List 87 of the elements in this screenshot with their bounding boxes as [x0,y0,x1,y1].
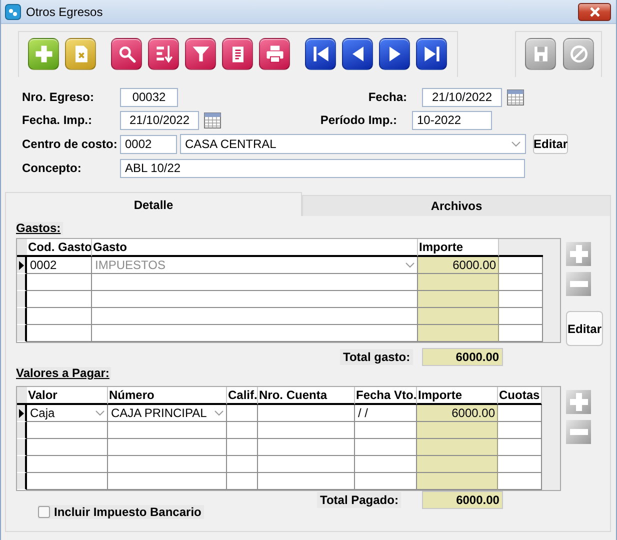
print-button[interactable] [259,38,290,70]
field-label: Nro. Egreso: [22,90,96,104]
chevron-down-icon [511,141,521,147]
remove-row-button[interactable] [566,420,591,444]
app-icon [5,4,21,20]
plus-icon [570,245,588,263]
text-field[interactable]: 21/10/2022 [120,110,199,130]
next-button[interactable] [379,38,410,70]
previous-button[interactable] [342,38,373,70]
text-field[interactable]: 21/10/2022 [422,88,502,106]
field-label: Centro de costo: [22,137,118,151]
calendar-icon[interactable] [506,88,525,106]
text-field[interactable]: 0002 [120,134,177,154]
table-cell [227,456,258,473]
column-header: Calif. [227,387,258,405]
first-button[interactable] [305,38,336,70]
close-button[interactable] [578,2,611,20]
field-label: Período Imp.: [319,113,398,127]
field-label: Concepto: [22,161,82,175]
table-cell: 0002 [27,257,92,274]
edit-button[interactable]: Editar [533,134,568,154]
table-cell: 6000.00 [417,405,498,422]
table-cell [499,325,543,342]
column-header: Importe [418,239,499,257]
text-field[interactable]: 10-2022 [412,110,492,130]
table-cell [27,274,92,291]
plus-icon [570,393,588,411]
field-label: Fecha. Imp.: [22,113,94,127]
minus-icon [570,281,588,287]
table-cell [499,291,543,308]
column-header: Importe [417,387,498,405]
table-cell [227,422,258,439]
report-button[interactable] [222,38,253,70]
dropdown[interactable]: CASA CENTRAL [180,134,526,154]
close-icon [588,6,600,16]
cancel-icon [568,43,590,65]
section-title: Valores a Pagar: [16,367,112,380]
table-cell [499,308,543,325]
column-header: Valor [27,387,108,405]
section-title: Gastos: [16,222,63,235]
column-header: Gasto [92,239,418,257]
total-value: 6000.00 [422,491,504,509]
remove-row-button[interactable] [566,272,591,296]
dropdown-cell[interactable]: Caja [27,405,108,422]
add-row-button[interactable] [566,390,591,414]
column-header: Nro. Cuenta [258,387,355,405]
table-cell [227,473,258,490]
search-button[interactable] [111,38,142,70]
table-cell [227,405,258,422]
table-cell [498,439,542,456]
total-label: Total gasto: [340,349,414,365]
window-title: Otros Egresos [26,4,103,18]
table-cell [499,274,543,291]
text-field[interactable]: ABL 10/22 [120,158,525,178]
table-cell [498,405,542,422]
table-cell [27,291,92,308]
table-cell [498,456,542,473]
delete-button[interactable] [65,38,96,70]
table-cell [27,308,92,325]
table-cell [498,473,542,490]
table-cell [499,257,543,274]
table-cell [27,325,92,342]
chevron-down-icon [405,262,415,268]
add-button[interactable] [28,38,59,70]
field-label: Fecha: [367,90,408,104]
chevron-down-icon [214,410,224,416]
add-row-button[interactable] [566,242,591,266]
tab[interactable]: Detalle [5,192,302,216]
table-cell [498,422,542,439]
checkbox[interactable] [38,506,50,518]
column-header: Cuotas [498,387,542,405]
column-header: Fecha Vto. [355,387,417,405]
column-header: Número [108,387,227,405]
total-label: Total Pagado: [317,492,402,508]
text-field[interactable]: 00032 [120,88,178,106]
calendar-icon[interactable] [203,111,222,129]
chevron-down-icon [95,410,105,416]
table-cell: 6000.00 [418,257,499,274]
sort-button[interactable] [148,38,179,70]
edit-button[interactable]: Editar [566,311,603,346]
tab[interactable]: Archivos [302,195,611,216]
last-button[interactable] [416,38,447,70]
dropdown-cell[interactable]: CAJA PRINCIPAL [108,405,227,422]
minus-icon [570,429,588,435]
filter-button[interactable] [185,38,216,70]
table-cell [227,439,258,456]
total-value: 6000.00 [422,348,504,366]
